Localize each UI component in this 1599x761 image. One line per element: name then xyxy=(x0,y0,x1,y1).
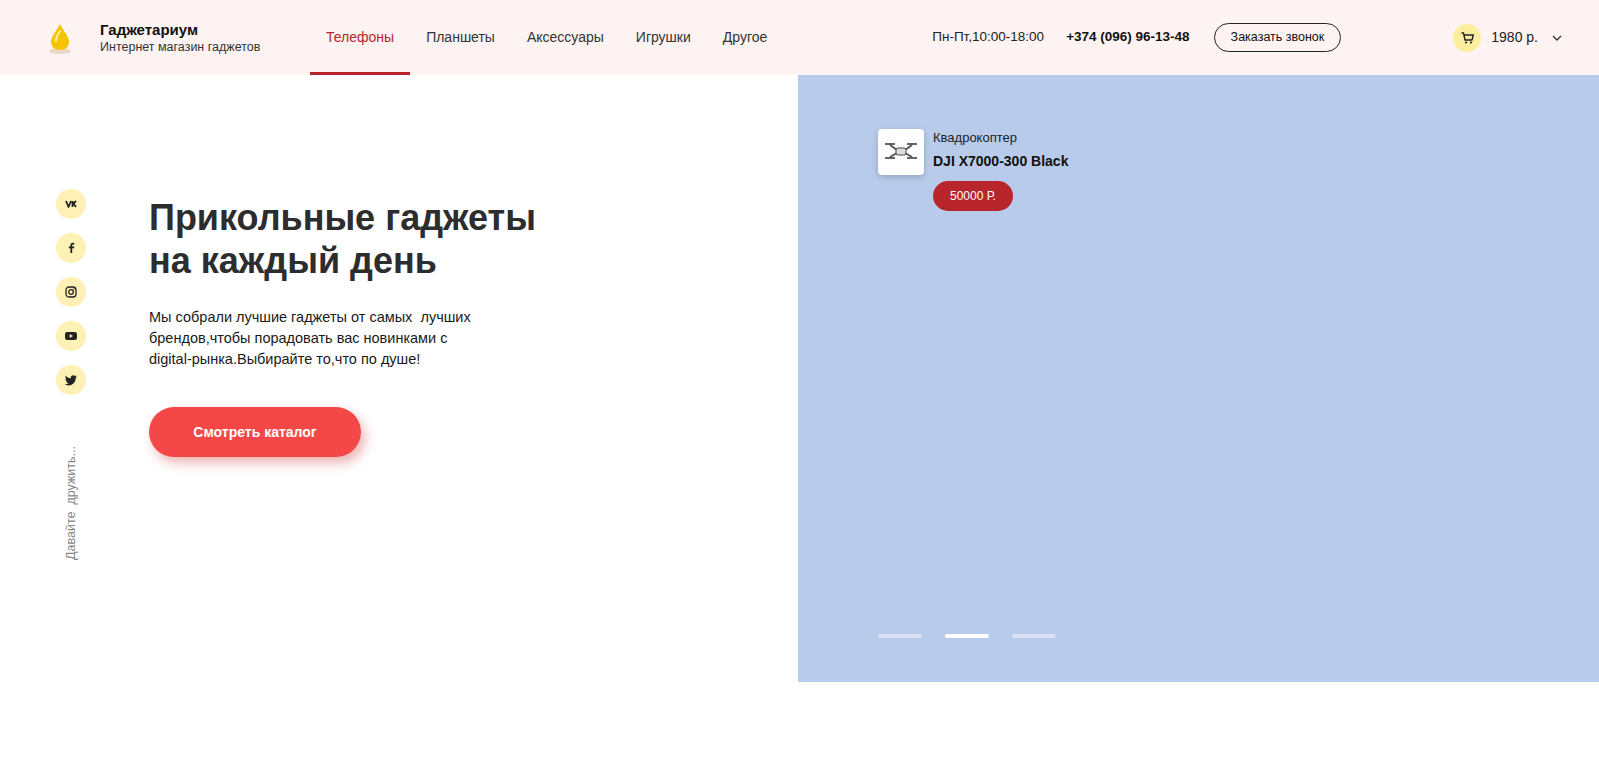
catalog-button[interactable]: Смотреть каталог xyxy=(149,407,361,457)
chevron-down-icon[interactable] xyxy=(1552,35,1562,41)
nav-item[interactable]: Другое xyxy=(707,0,783,75)
slider-dot[interactable] xyxy=(878,634,922,638)
hero: Давайте дружить... Прикольные гаджеты на… xyxy=(0,75,1599,682)
social-link[interactable] xyxy=(56,321,86,351)
header: Гаджетариум Интернет магазин гаджетов Те… xyxy=(0,0,1599,75)
nav-item[interactable]: Планшеты xyxy=(410,0,511,75)
cart-total: 1980 р. xyxy=(1491,27,1538,48)
social-link[interactable] xyxy=(56,365,86,395)
cart-icon xyxy=(1461,32,1474,44)
slider-dot[interactable] xyxy=(1012,634,1056,638)
social-column: Давайте дружить... xyxy=(56,75,86,682)
product-thumbnail xyxy=(878,129,924,175)
hero-title: Прикольные гаджеты на каждый день xyxy=(149,196,536,282)
hero-slider: Квадрокоптер DJI X7000-300 Black 50000 Р… xyxy=(798,75,1599,682)
drone-icon xyxy=(882,139,920,165)
work-hours: Пн-Пт,10:00-18:00 xyxy=(932,27,1044,47)
social-link[interactable] xyxy=(56,233,86,263)
social-caption-box: Давайте дружить... xyxy=(56,441,86,565)
brand-tagline: Интернет магазин гаджетов xyxy=(100,39,300,55)
drop-logo-icon xyxy=(45,21,75,55)
nav-item[interactable]: Аксессуары xyxy=(511,0,620,75)
social-link[interactable] xyxy=(56,277,86,307)
hero-title-line: Прикольные гаджеты xyxy=(149,196,536,239)
youtube-icon xyxy=(64,329,78,343)
product-name: DJI X7000-300 Black xyxy=(933,152,1068,170)
product-info: Квадрокоптер DJI X7000-300 Black 50000 Р… xyxy=(933,129,1068,211)
facebook-icon xyxy=(64,241,78,255)
hero-text-line: брендов,чтобы порадовать вас новинками с xyxy=(149,328,471,349)
brand: Гаджетариум Интернет магазин гаджетов xyxy=(100,0,300,75)
hero-content: Прикольные гаджеты на каждый день Мы соб… xyxy=(149,75,536,682)
main-nav: Телефоны Планшеты Аксессуары Игрушки Дру… xyxy=(310,0,783,75)
twitter-icon xyxy=(64,373,78,387)
phone[interactable]: +374 (096) 96-13-48 xyxy=(1066,27,1189,47)
product-category: Квадрокоптер xyxy=(933,130,1017,146)
social-link[interactable] xyxy=(56,189,86,219)
instagram-icon xyxy=(64,285,78,299)
nav-item[interactable]: Игрушки xyxy=(620,0,707,75)
logo[interactable] xyxy=(45,0,75,75)
social-caption: Давайте дружить... xyxy=(62,446,81,560)
slider-dots xyxy=(878,634,1599,638)
slider-dot[interactable] xyxy=(945,634,989,638)
callback-button[interactable]: Заказать звонок xyxy=(1214,23,1342,52)
hero-text-line: Мы собрали лучшие гаджеты от самых лучши… xyxy=(149,307,471,328)
price-badge[interactable]: 50000 Р. xyxy=(933,181,1013,211)
header-right: Пн-Пт,10:00-18:00 +374 (096) 96-13-48 За… xyxy=(932,0,1562,75)
hero-title-line: на каждый день xyxy=(149,239,536,282)
product-card[interactable]: Квадрокоптер DJI X7000-300 Black 50000 Р… xyxy=(878,129,1599,211)
hero-text-line: digital-рынка.Выбирайте то,что по душе! xyxy=(149,349,471,370)
nav-item[interactable]: Телефоны xyxy=(310,0,410,75)
hero-text: Мы собрали лучшие гаджеты от самых лучши… xyxy=(149,307,471,370)
vk-icon xyxy=(64,197,78,211)
hero-left: Давайте дружить... Прикольные гаджеты на… xyxy=(0,75,798,682)
cart-badge xyxy=(1453,24,1481,52)
cart[interactable]: 1980 р. xyxy=(1453,24,1562,52)
brand-name: Гаджетариум xyxy=(100,20,300,39)
